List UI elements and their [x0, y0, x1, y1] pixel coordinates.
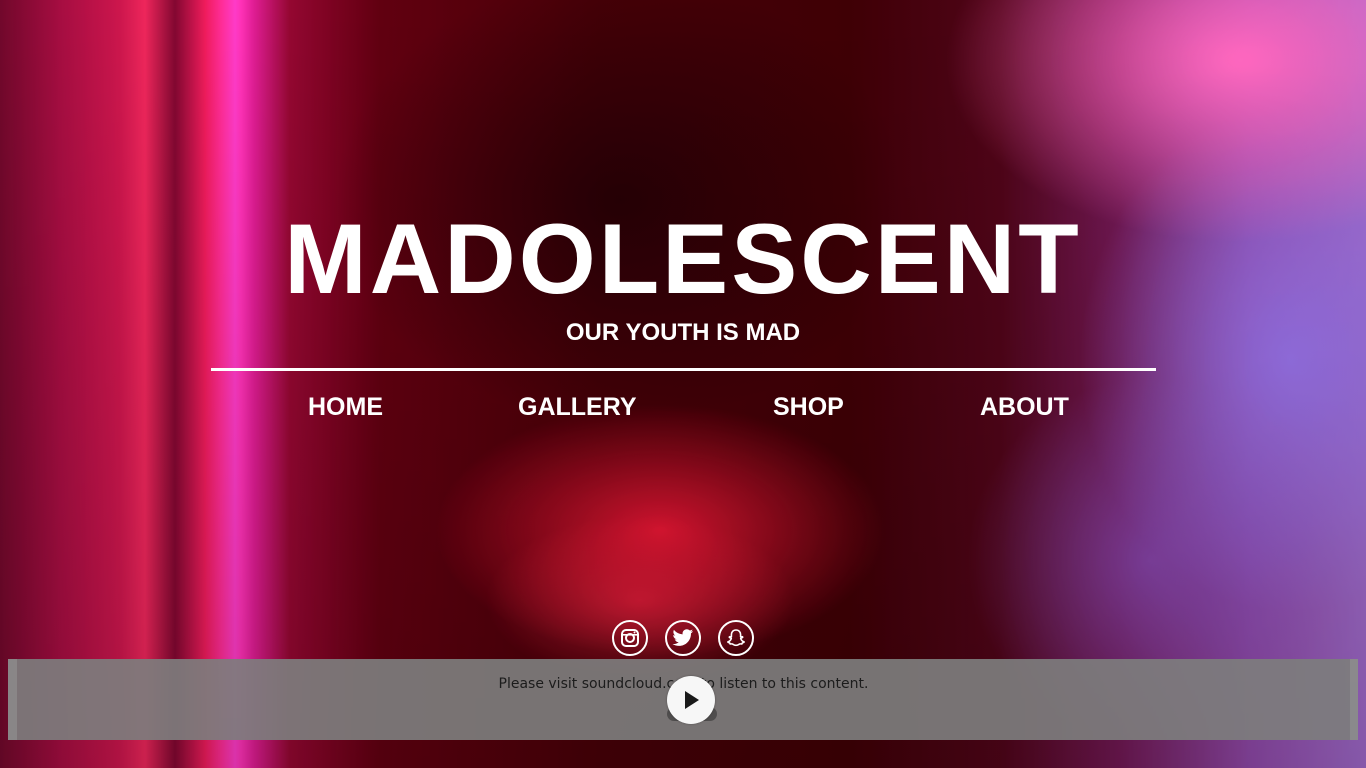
- nav-item-gallery[interactable]: GALLERY: [518, 390, 637, 424]
- site-tagline: OUR YOUTH IS MAD: [565, 319, 801, 346]
- social-links: [612, 620, 762, 656]
- snapchat-icon[interactable]: [718, 620, 754, 656]
- page: MADOLESCENT OUR YOUTH IS MAD HOME GALLER…: [0, 0, 1366, 768]
- soundcloud-player[interactable]: Please visit soundcloud.com to listen to…: [8, 659, 1358, 740]
- twitter-icon[interactable]: [665, 620, 701, 656]
- nav-item-shop[interactable]: SHOP: [773, 390, 844, 424]
- instagram-icon[interactable]: [612, 620, 648, 656]
- main-nav: HOME GALLERY SHOP ABOUT: [0, 390, 1366, 426]
- nav-item-about[interactable]: ABOUT: [980, 390, 1069, 424]
- header-divider: [211, 368, 1156, 371]
- nav-item-home[interactable]: HOME: [308, 390, 383, 424]
- site-title[interactable]: MADOLESCENT: [0, 204, 1366, 314]
- play-icon[interactable]: [667, 676, 715, 724]
